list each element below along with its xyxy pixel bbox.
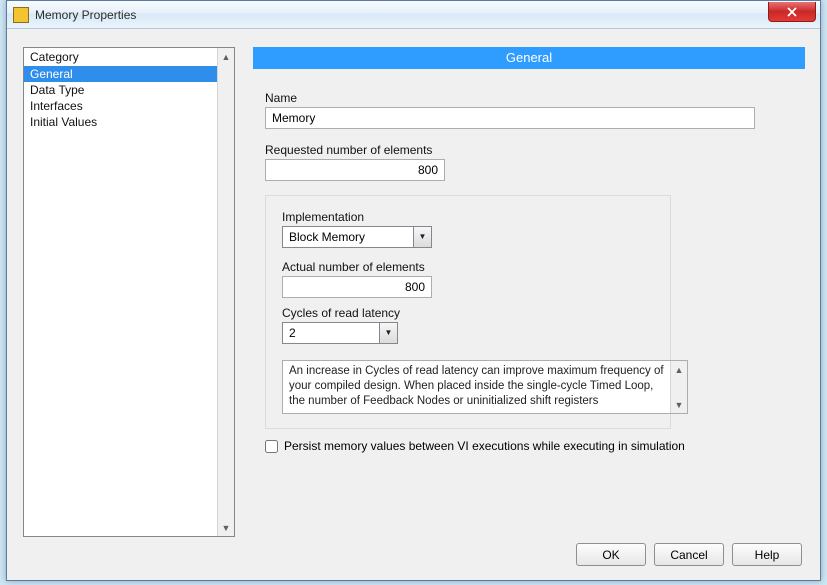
implementation-select[interactable]: Block Memory ▼: [282, 226, 432, 248]
close-icon: [787, 7, 797, 17]
persist-checkbox[interactable]: [265, 440, 278, 453]
sidebar-item-data-type[interactable]: Data Type: [24, 82, 234, 98]
category-header: Category: [24, 48, 234, 66]
actual-input: [282, 276, 432, 298]
client-area: Category General Data Type Interfaces In…: [7, 29, 820, 580]
sidebar-item-label: Data Type: [30, 83, 84, 97]
latency-select[interactable]: 2 ▼: [282, 322, 398, 344]
info-text: An increase in Cycles of read latency ca…: [282, 360, 688, 414]
implementation-group: Implementation Block Memory ▼ Actual num…: [265, 195, 671, 429]
name-label: Name: [265, 91, 297, 105]
sidebar-item-interfaces[interactable]: Interfaces: [24, 98, 234, 114]
persist-label: Persist memory values between VI executi…: [284, 439, 685, 453]
app-icon: [13, 7, 29, 23]
chevron-down-icon[interactable]: ▼: [413, 227, 431, 247]
sidebar-item-label: General: [30, 67, 73, 81]
general-form: Name Requested number of elements Implem…: [265, 91, 795, 449]
help-button[interactable]: Help: [732, 543, 802, 566]
scroll-down-icon[interactable]: ▼: [218, 519, 234, 536]
dialog-buttons: OK Cancel Help: [576, 543, 802, 566]
scroll-up-icon[interactable]: ▲: [671, 361, 687, 378]
scroll-up-icon[interactable]: ▲: [218, 48, 234, 65]
implementation-label: Implementation: [282, 210, 364, 224]
persist-row: Persist memory values between VI executi…: [265, 439, 685, 453]
name-input[interactable]: [265, 107, 755, 129]
latency-label: Cycles of read latency: [282, 306, 400, 320]
category-scrollbar[interactable]: ▲ ▼: [217, 48, 234, 536]
sidebar-item-general[interactable]: General: [24, 66, 234, 82]
sidebar-item-label: Interfaces: [30, 99, 83, 113]
panel-title: General: [253, 47, 805, 69]
info-box-wrap: An increase in Cycles of read latency ca…: [282, 360, 688, 414]
sidebar-item-initial-values[interactable]: Initial Values: [24, 114, 234, 130]
category-list[interactable]: Category General Data Type Interfaces In…: [23, 47, 235, 537]
sidebar-item-label: Initial Values: [30, 115, 97, 129]
window-title: Memory Properties: [35, 8, 136, 22]
name-row: Name: [265, 91, 795, 129]
ok-button[interactable]: OK: [576, 543, 646, 566]
requested-label: Requested number of elements: [265, 143, 432, 157]
actual-label: Actual number of elements: [282, 260, 425, 274]
requested-input[interactable]: [265, 159, 445, 181]
titlebar[interactable]: Memory Properties: [7, 1, 820, 29]
info-scrollbar[interactable]: ▲ ▼: [670, 361, 687, 413]
cancel-button[interactable]: Cancel: [654, 543, 724, 566]
close-button[interactable]: [768, 2, 816, 22]
chevron-down-icon[interactable]: ▼: [379, 323, 397, 343]
window-frame: Memory Properties Category General Data …: [6, 0, 821, 581]
implementation-value: Block Memory: [289, 230, 365, 244]
scroll-down-icon[interactable]: ▼: [671, 396, 687, 413]
requested-row: Requested number of elements: [265, 143, 795, 181]
latency-value: 2: [289, 326, 296, 340]
